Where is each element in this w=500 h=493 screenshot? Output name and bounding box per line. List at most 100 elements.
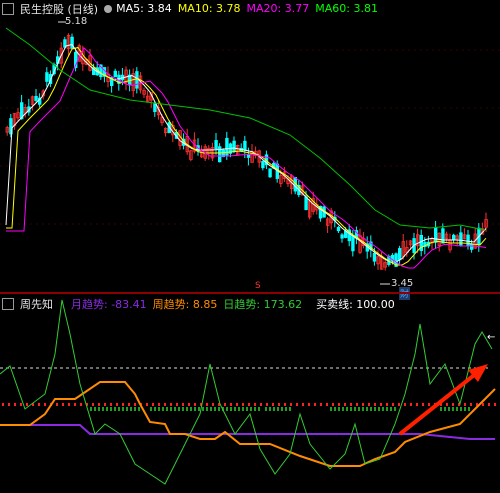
- level-dot: [26, 403, 28, 406]
- level-dot: [482, 403, 484, 406]
- green-bar: [289, 407, 291, 411]
- green-bar: [194, 407, 196, 411]
- green-bar: [448, 407, 450, 411]
- level-dot: [110, 403, 112, 406]
- level-dot: [260, 403, 262, 406]
- level-dot: [56, 403, 58, 406]
- candle-body: [268, 168, 272, 178]
- candle-body: [113, 70, 117, 78]
- green-bar: [374, 407, 376, 411]
- green-bar: [277, 407, 279, 411]
- day-trend-line: [0, 299, 493, 485]
- level-dot: [386, 403, 388, 406]
- level-dot: [266, 403, 268, 406]
- level-dot: [464, 403, 466, 406]
- month-trend-label: 月趋势: -83.41: [71, 297, 147, 311]
- level-dot: [194, 403, 196, 406]
- settings-circle-icon[interactable]: [104, 4, 113, 13]
- level-dot: [248, 403, 250, 406]
- level-dot: [410, 403, 412, 406]
- level-dot: [296, 403, 298, 406]
- candle-body: [34, 95, 38, 101]
- buy-sell-label: 买卖线: 100.00: [316, 297, 395, 311]
- green-bar: [394, 407, 396, 411]
- s-marker: S: [255, 281, 261, 291]
- title-box-icon: [2, 297, 14, 310]
- green-bar: [242, 407, 244, 411]
- green-bar: [90, 407, 92, 411]
- level-dot: [278, 403, 280, 406]
- green-bar: [122, 407, 124, 411]
- level-dot: [68, 403, 70, 406]
- level-dot: [104, 403, 106, 406]
- candle-body: [451, 234, 456, 241]
- green-bar: [130, 407, 132, 411]
- green-bar: [98, 407, 100, 411]
- candle-body: [261, 160, 265, 169]
- green-bar: [218, 407, 220, 411]
- green-bar: [444, 407, 446, 411]
- green-bar: [362, 407, 364, 411]
- green-bar: [238, 407, 240, 411]
- green-bar: [182, 407, 184, 411]
- green-bar: [214, 407, 216, 411]
- green-bar: [198, 407, 200, 411]
- green-bar: [162, 407, 164, 411]
- green-bar: [354, 407, 356, 411]
- level-dot: [80, 403, 82, 406]
- level-dot: [398, 403, 400, 406]
- green-bar: [254, 407, 256, 411]
- green-bar: [202, 407, 204, 411]
- candle-body: [441, 228, 445, 244]
- green-bar: [234, 407, 236, 411]
- candle-body: [232, 140, 236, 152]
- indicator-title: 周先知: [20, 297, 53, 311]
- level-dot: [368, 403, 370, 406]
- level-dot: [332, 403, 334, 406]
- green-bar: [334, 407, 336, 411]
- ma60-label: MA60: 3.81: [315, 2, 378, 15]
- green-bar: [456, 407, 458, 411]
- level-dot: [230, 403, 232, 406]
- green-bar: [186, 407, 188, 411]
- ma5-line: [5, 43, 487, 263]
- level-dot: [356, 403, 358, 406]
- level-dot: [182, 403, 184, 406]
- candle-body: [433, 227, 438, 243]
- level-dot: [272, 403, 274, 406]
- level-dot: [146, 403, 148, 406]
- level-dot: [176, 403, 178, 406]
- green-bar: [154, 407, 156, 411]
- right-arrow-marker: ←: [487, 332, 496, 343]
- green-bar: [102, 407, 104, 411]
- candle-body: [336, 227, 341, 232]
- level-dot: [122, 403, 124, 406]
- ma10-line: [6, 46, 487, 266]
- main-chart-panel[interactable]: 民生控股 (日线) MA5: 3.84 MA10: 3.78 MA20: 3.7…: [0, 0, 500, 300]
- green-bar: [366, 407, 368, 411]
- level-dot: [212, 403, 214, 406]
- level-dot: [290, 403, 292, 406]
- green-bar: [134, 407, 136, 411]
- level-dot: [380, 403, 382, 406]
- green-bar: [114, 407, 116, 411]
- level-dot: [308, 403, 310, 406]
- green-bar: [106, 407, 108, 411]
- green-bar: [358, 407, 360, 411]
- high-price-label: 5.18: [65, 16, 88, 27]
- candle-body: [372, 252, 377, 262]
- indicator-panel[interactable]: 周先知 月趋势: -83.41 周趋势: 8.85 日趋势: 173.62 买卖…: [0, 294, 500, 493]
- level-dot: [170, 403, 172, 406]
- green-bar: [390, 407, 392, 411]
- week-trend-label: 周趋势: 8.85: [152, 297, 218, 311]
- level-dot: [314, 403, 316, 406]
- level-dot: [338, 403, 340, 406]
- green-bar: [230, 407, 232, 411]
- level-dot: [236, 403, 238, 406]
- level-dot: [92, 403, 94, 406]
- green-bar: [206, 407, 208, 411]
- green-bar: [273, 407, 275, 411]
- level-dot: [206, 403, 208, 406]
- green-bar: [158, 407, 160, 411]
- level-dot: [158, 403, 160, 406]
